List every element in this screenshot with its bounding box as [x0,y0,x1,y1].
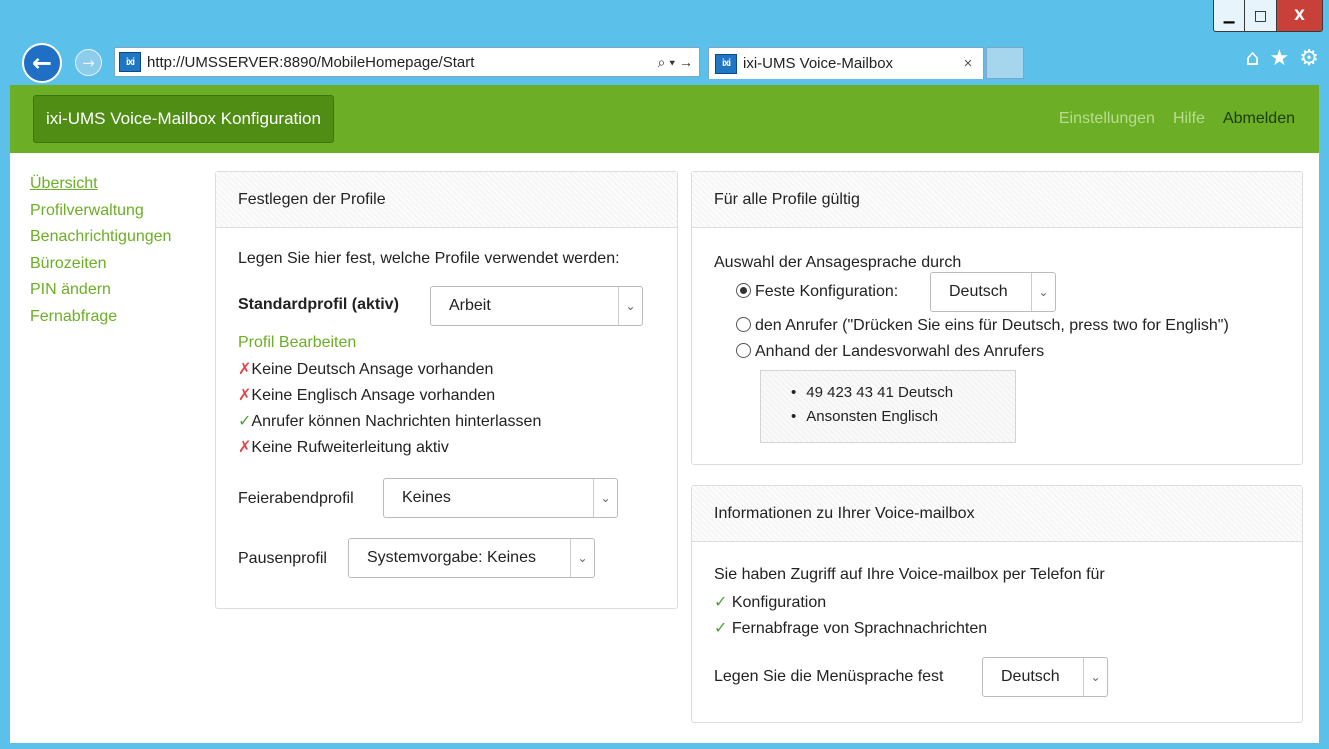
radio-label: Anhand der Landesvorwahl des Anrufers [755,343,1045,360]
star-icon[interactable]: ★ [1270,46,1290,71]
country-code-list: 49 423 43 41 Deutsch Ansonsten Englisch [760,370,1016,443]
panel-title: Für alle Profile gültig [714,190,860,208]
pause-profile-select[interactable]: Systemvorgabe: Keines ⌄ [348,538,595,578]
brand-button[interactable]: ixi-UMS Voice-Mailbox Konfiguration [33,95,334,143]
fixed-language-value: Deutsch [949,283,1008,300]
fixed-language-select[interactable]: Deutsch ⌄ [930,272,1056,312]
tab-voice-mailbox[interactable]: ixi ixi-UMS Voice-Mailbox × [708,47,984,79]
browser-toolbar: ← → ixi http://UMSSERVER:8890/MobileHome… [0,40,1329,84]
profiles-panel: Festlegen der Profile Legen Sie hier fes… [215,171,678,609]
check-icon: ✓ [238,413,252,430]
info-item-text: Fernabfrage von Sprachnachrichten [731,620,988,637]
chevron-down-icon: ⌄ [1031,273,1055,311]
sidebar-item-profilverwaltung[interactable]: Profilverwaltung [30,198,171,225]
pause-value: Systemvorgabe: Keines [367,549,536,566]
status-item: ✗Keine Deutsch Ansage vorhanden [238,359,493,379]
status-text: Keine Deutsch Ansage vorhanden [251,361,494,378]
address-bar[interactable]: ixi http://UMSSERVER:8890/MobileHomepage… [114,47,700,77]
maximize-button[interactable]: □ [1245,0,1277,32]
info-item: ✓ Fernabfrage von Sprachnachrichten [714,618,987,638]
arrow-left-icon: ← [31,49,53,77]
standard-profile-select[interactable]: Arbeit ⌄ [430,286,643,326]
global-settings-panel: Für alle Profile gültig Auswahl der Ansa… [691,171,1303,465]
nav-link-abmelden[interactable]: Abmelden [1223,110,1295,128]
chevron-down-icon: ⌄ [1083,658,1107,696]
nav-links: Einstellungen Hilfe Abmelden [1059,85,1295,153]
toolbar-icons: ⌂ ★ ⚙ [1246,46,1319,71]
tab-favicon-icon: ixi [715,53,737,74]
mailbox-info-panel: Informationen zu Ihrer Voice-mailbox Sie… [691,485,1303,723]
feierabend-label: Feierabendprofil [238,490,354,507]
home-icon[interactable]: ⌂ [1246,46,1260,71]
forward-button[interactable]: → [75,49,102,76]
new-tab-button[interactable] [986,47,1024,79]
cross-icon: ✗ [238,439,252,456]
info-intro: Sie haben Zugriff auf Ihre Voice-mailbox… [714,566,1105,583]
search-dropdown-refresh-icon[interactable]: ⌕ ▾ → [629,54,699,71]
status-text: Keine Englisch Ansage vorhanden [251,387,496,404]
close-window-button[interactable]: X [1277,0,1323,32]
radio-label: den Anrufer ("Drücken Sie eins für Deuts… [755,317,1229,334]
edit-profile-link[interactable]: Profil Bearbeiten [238,334,356,352]
radio-selected-icon[interactable] [736,283,751,298]
menu-language-label: Legen Sie die Menüsprache fest [714,668,944,685]
radio-unselected-icon[interactable] [736,343,751,358]
status-text: Keine Rufweiterleitung aktiv [251,439,449,456]
address-url[interactable]: http://UMSSERVER:8890/MobileHomepage/Sta… [147,54,629,71]
cross-icon: ✗ [238,361,252,378]
chevron-down-icon: ⌄ [618,287,642,325]
sidebar-item-fernabfrage[interactable]: Fernabfrage [30,304,171,331]
profiles-panel-title: Festlegen der Profile [216,172,677,228]
check-icon: ✓ [714,594,728,611]
radio-fixed-config[interactable]: Feste Konfiguration: [736,283,898,301]
sidebar: Übersicht Profilverwaltung Benachrichtig… [30,171,171,330]
list-item: Ansonsten Englisch [791,405,1015,429]
status-item: ✓Anrufer können Nachrichten hinterlassen [238,411,541,431]
chevron-down-icon: ⌄ [593,479,617,517]
status-item: ✗Keine Englisch Ansage vorhanden [238,385,495,405]
top-navbar: ixi-UMS Voice-Mailbox Konfiguration Eins… [10,85,1319,153]
info-item-text: Konfiguration [731,594,827,611]
standard-profile-value: Arbeit [449,297,491,314]
arrow-right-icon: → [82,53,95,72]
sidebar-item-buerozeiten[interactable]: Bürozeiten [30,251,171,278]
page-content: ixi-UMS Voice-Mailbox Konfiguration Eins… [10,85,1319,743]
radio-caller-choice[interactable]: den Anrufer ("Drücken Sie eins für Deuts… [736,317,1229,335]
list-item: 49 423 43 41 Deutsch [791,381,1015,405]
language-intro: Auswahl der Ansagesprache durch [714,254,962,271]
status-text: Anrufer können Nachrichten hinterlassen [251,413,542,430]
window-controls: ▁ □ X [1213,0,1323,40]
pause-label: Pausenprofil [238,550,327,567]
profiles-intro: Legen Sie hier fest, welche Profile verw… [238,250,620,267]
back-button[interactable]: ← [22,43,62,83]
radio-unselected-icon[interactable] [736,317,751,332]
sidebar-item-uebersicht[interactable]: Übersicht [30,171,171,198]
gear-icon[interactable]: ⚙ [1299,46,1319,71]
tab-close-icon[interactable]: × [953,55,983,72]
feierabend-value: Keines [402,489,451,506]
nav-link-hilfe[interactable]: Hilfe [1173,110,1205,128]
info-item: ✓ Konfiguration [714,592,826,612]
menu-language-select[interactable]: Deutsch ⌄ [982,657,1108,697]
sidebar-item-benachrichtigungen[interactable]: Benachrichtigungen [30,224,171,251]
standard-profile-label: Standardprofil (aktiv) [238,296,399,313]
sidebar-item-pin-aendern[interactable]: PIN ändern [30,277,171,304]
cross-icon: ✗ [238,387,252,404]
minimize-button[interactable]: ▁ [1213,0,1245,32]
panel-title: Festlegen der Profile [238,190,386,208]
chevron-down-icon: ⌄ [570,539,594,577]
radio-country-code[interactable]: Anhand der Landesvorwahl des Anrufers [736,343,1044,361]
browser-window: ▁ □ X ← → ixi http://UMSSERVER:8890/Mobi… [0,0,1329,749]
info-panel-title: Informationen zu Ihrer Voice-mailbox [692,486,1302,542]
check-icon: ✓ [714,620,728,637]
feierabend-profile-select[interactable]: Keines ⌄ [383,478,618,518]
tab-title: ixi-UMS Voice-Mailbox [743,55,894,72]
global-panel-title: Für alle Profile gültig [692,172,1302,228]
site-favicon-icon: ixi [119,52,141,72]
nav-link-einstellungen[interactable]: Einstellungen [1059,110,1155,128]
panel-title: Informationen zu Ihrer Voice-mailbox [714,504,975,522]
menu-language-value: Deutsch [1001,668,1060,685]
radio-label: Feste Konfiguration: [755,283,899,300]
status-item: ✗Keine Rufweiterleitung aktiv [238,437,449,457]
